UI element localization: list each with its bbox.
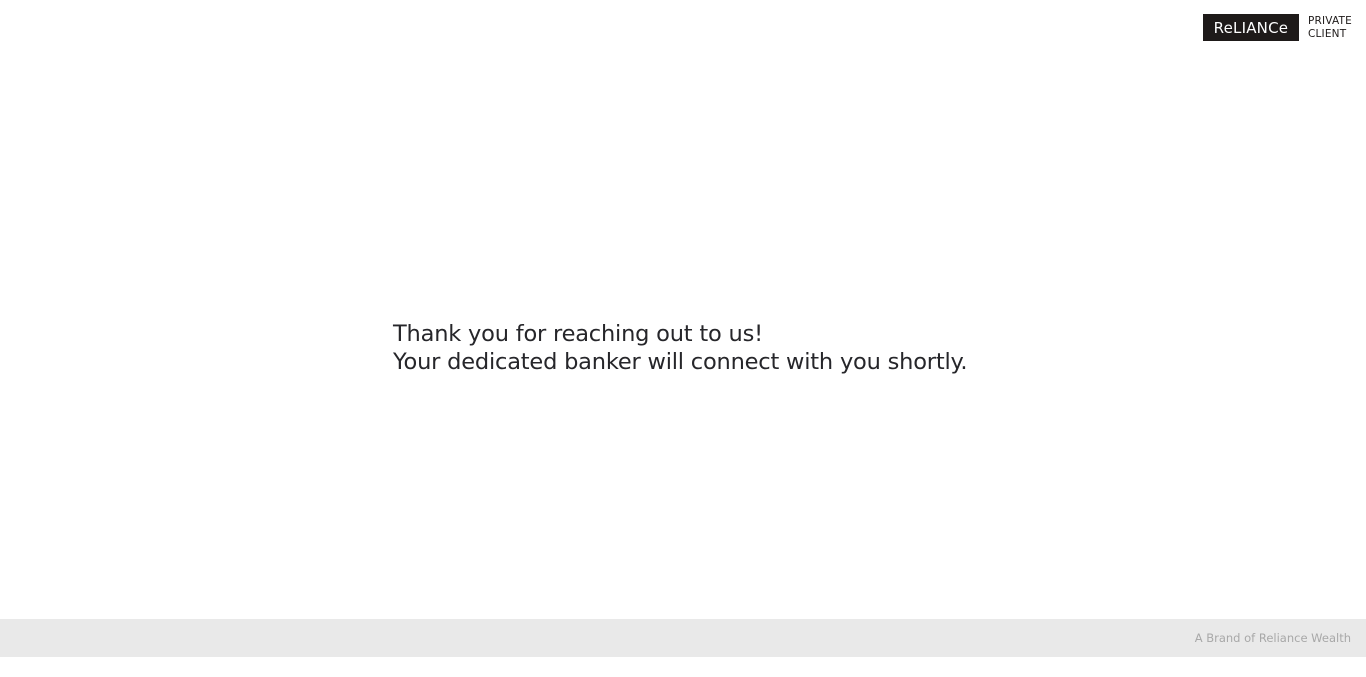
message-line-1: Thank you for reaching out to us! (393, 321, 763, 347)
reliance-private-client-logo[interactable]: ReLIANCe PRIVATE CLIENT (1202, 14, 1352, 41)
logo-subtitle: PRIVATE CLIENT (1308, 15, 1352, 41)
thank-you-message: Thank you for reaching out to us! Your d… (393, 320, 968, 376)
footer-tagline: A Brand of Reliance Wealth (1194, 631, 1351, 645)
message-line-2: Your dedicated banker will connect with … (393, 349, 968, 375)
logo-wordmark-box: ReLIANCe (1202, 14, 1299, 41)
logo-wordmark: ReLIANCe (1213, 18, 1289, 37)
logo-line-1: PRIVATE (1307, 14, 1352, 27)
footer: A Brand of Reliance Wealth (0, 619, 1366, 657)
logo-line-2: CLIENT (1307, 27, 1347, 40)
page: ReLIANCe PRIVATE CLIENT Thank you for re… (0, 0, 1366, 677)
